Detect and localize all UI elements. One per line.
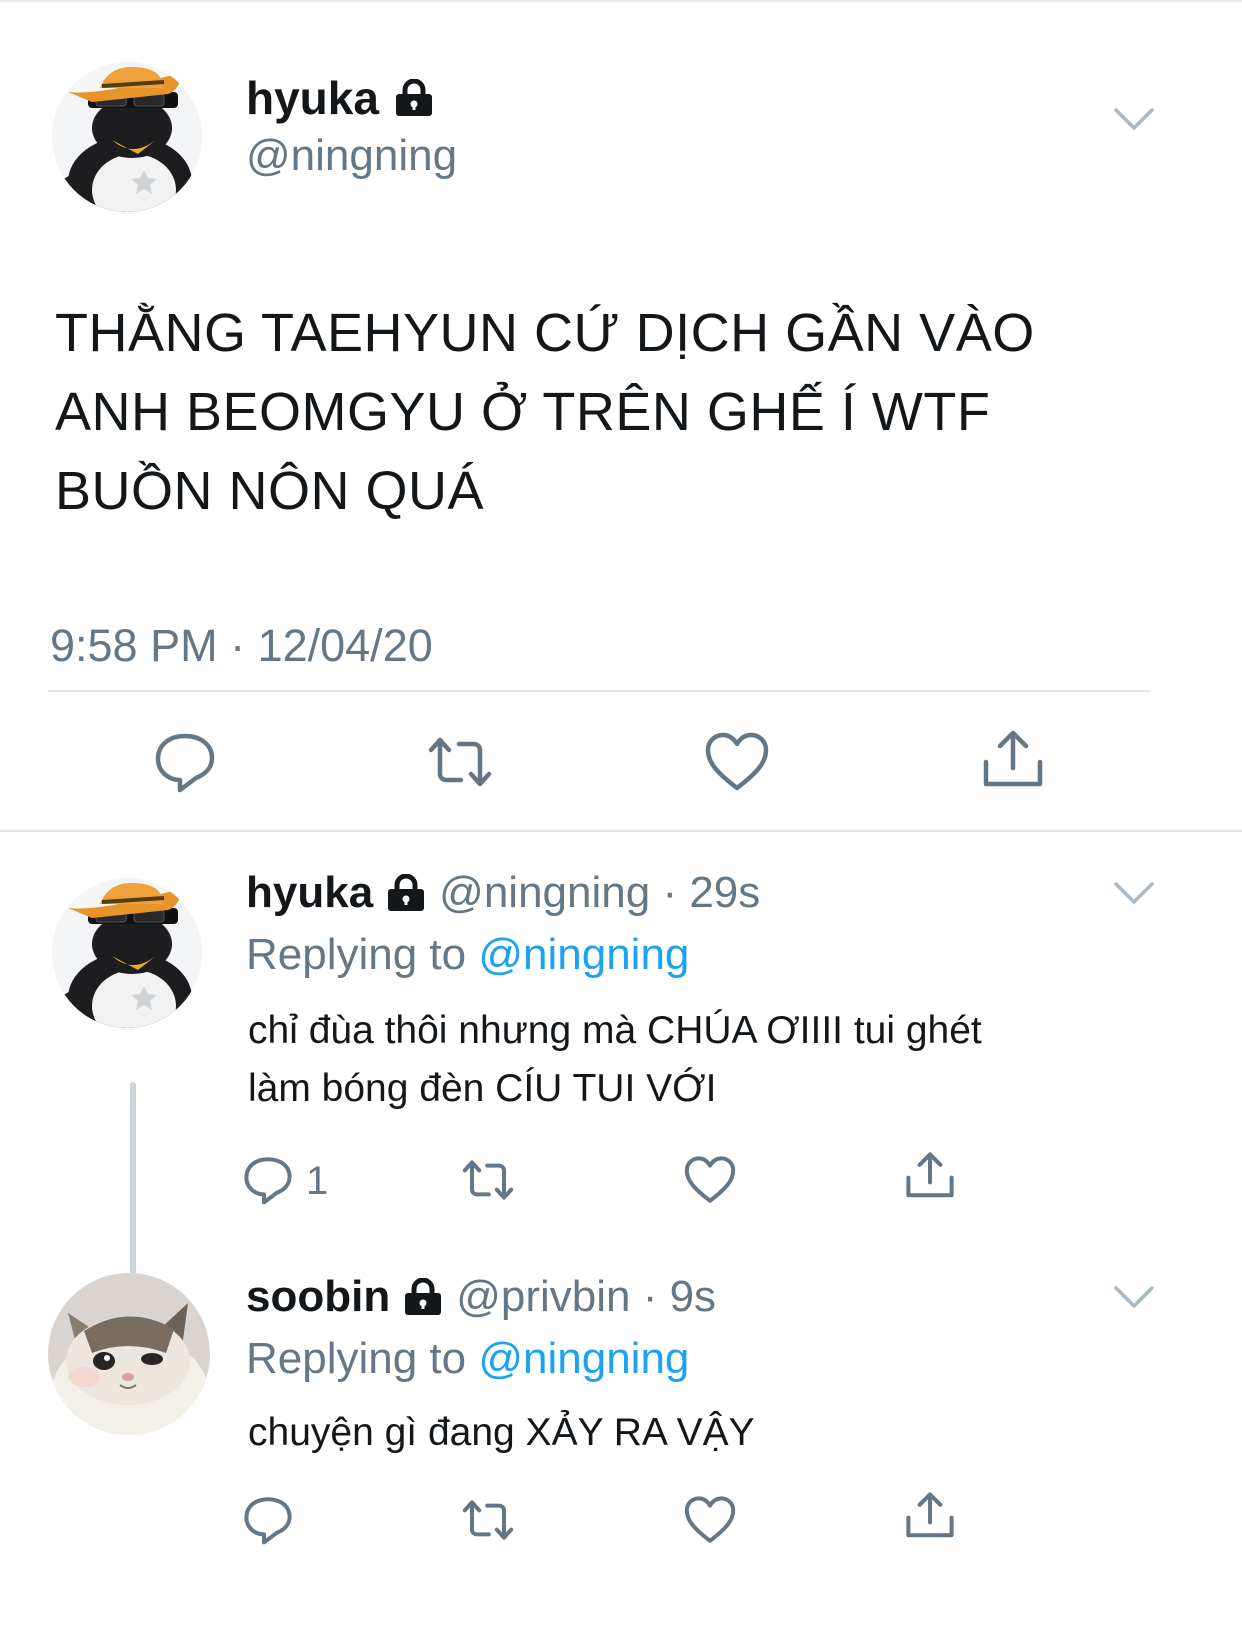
share-icon[interactable]: [978, 728, 1048, 792]
main-tweet-line: BUỒN NÔN QUÁ: [55, 461, 485, 521]
reply-icon[interactable]: [150, 730, 220, 794]
lock-icon: [385, 874, 427, 912]
lock-icon: [393, 79, 435, 117]
display-name[interactable]: soobin: [246, 1270, 390, 1324]
main-tweet-line: THẰNG TAEHYUN CỨ DỊCH GẦN VÀO: [55, 303, 1035, 363]
thread-connector: [130, 1082, 136, 1298]
reply-header: soobin @privbin · 9s: [246, 1270, 716, 1324]
reply-icon[interactable]: [240, 1494, 296, 1546]
replying-to: Replying to @ningning: [246, 1332, 689, 1386]
top-divider: [0, 0, 1242, 2]
tweet-timestamp[interactable]: 9:58 PM · 12/04/20: [50, 618, 433, 674]
replying-to: Replying to @ningning: [246, 928, 689, 982]
avatar-penguin[interactable]: [52, 878, 202, 1028]
main-tweet-line: ANH BEOMGYU Ở TRÊN GHẾ Í WTF: [55, 382, 991, 442]
reply-count: 1: [306, 1159, 329, 1203]
retweet-icon[interactable]: [460, 1494, 516, 1546]
main-tweet-text: THẰNG TAEHYUN CỨ DỊCH GẦN VÀO ANH BEOMGY…: [55, 294, 1175, 531]
reply-text: chuyện gì đang XẢY RA VẬY: [248, 1404, 755, 1462]
like-icon[interactable]: [682, 1494, 738, 1546]
handle-and-time[interactable]: @privbin · 9s: [456, 1270, 716, 1324]
chevron-down-icon[interactable]: [1112, 1282, 1156, 1312]
display-name[interactable]: hyuka: [246, 70, 379, 126]
divider: [48, 690, 1151, 692]
main-display-name-row: hyuka: [246, 70, 435, 126]
section-divider: [0, 830, 1242, 832]
reply-header: hyuka @ningning · 29s: [246, 866, 760, 920]
handle-and-time[interactable]: @ningning · 29s: [439, 866, 760, 920]
like-icon[interactable]: [702, 730, 772, 794]
reply-line: chỉ đùa thôi nhưng mà CHÚA ƠIIII tui ghé…: [248, 1009, 982, 1052]
retweet-icon[interactable]: [460, 1154, 516, 1206]
reply-line: làm bóng đèn CÍU TUI VỚI: [248, 1067, 717, 1110]
lock-icon: [402, 1278, 444, 1316]
reply-text: chỉ đùa thôi nhưng mà CHÚA ƠIIII tui ghé…: [248, 1002, 982, 1118]
replying-prefix: Replying to: [246, 930, 479, 979]
reply-icon[interactable]: [240, 1154, 296, 1206]
mention-link[interactable]: @ningning: [478, 930, 689, 979]
chevron-down-icon[interactable]: [1112, 104, 1156, 134]
reply-line: chuyện gì đang XẢY RA VẬY: [248, 1411, 755, 1454]
share-icon[interactable]: [902, 1490, 958, 1542]
like-icon[interactable]: [682, 1154, 738, 1206]
chevron-down-icon[interactable]: [1112, 878, 1156, 908]
display-name[interactable]: hyuka: [246, 866, 373, 920]
avatar-kitten[interactable]: [48, 1273, 210, 1435]
main-handle[interactable]: @ningning: [246, 128, 457, 184]
share-icon[interactable]: [902, 1150, 958, 1202]
retweet-icon[interactable]: [425, 730, 495, 794]
replying-prefix: Replying to: [246, 1334, 479, 1383]
avatar-penguin[interactable]: [52, 62, 202, 212]
mention-link[interactable]: @ningning: [478, 1334, 689, 1383]
